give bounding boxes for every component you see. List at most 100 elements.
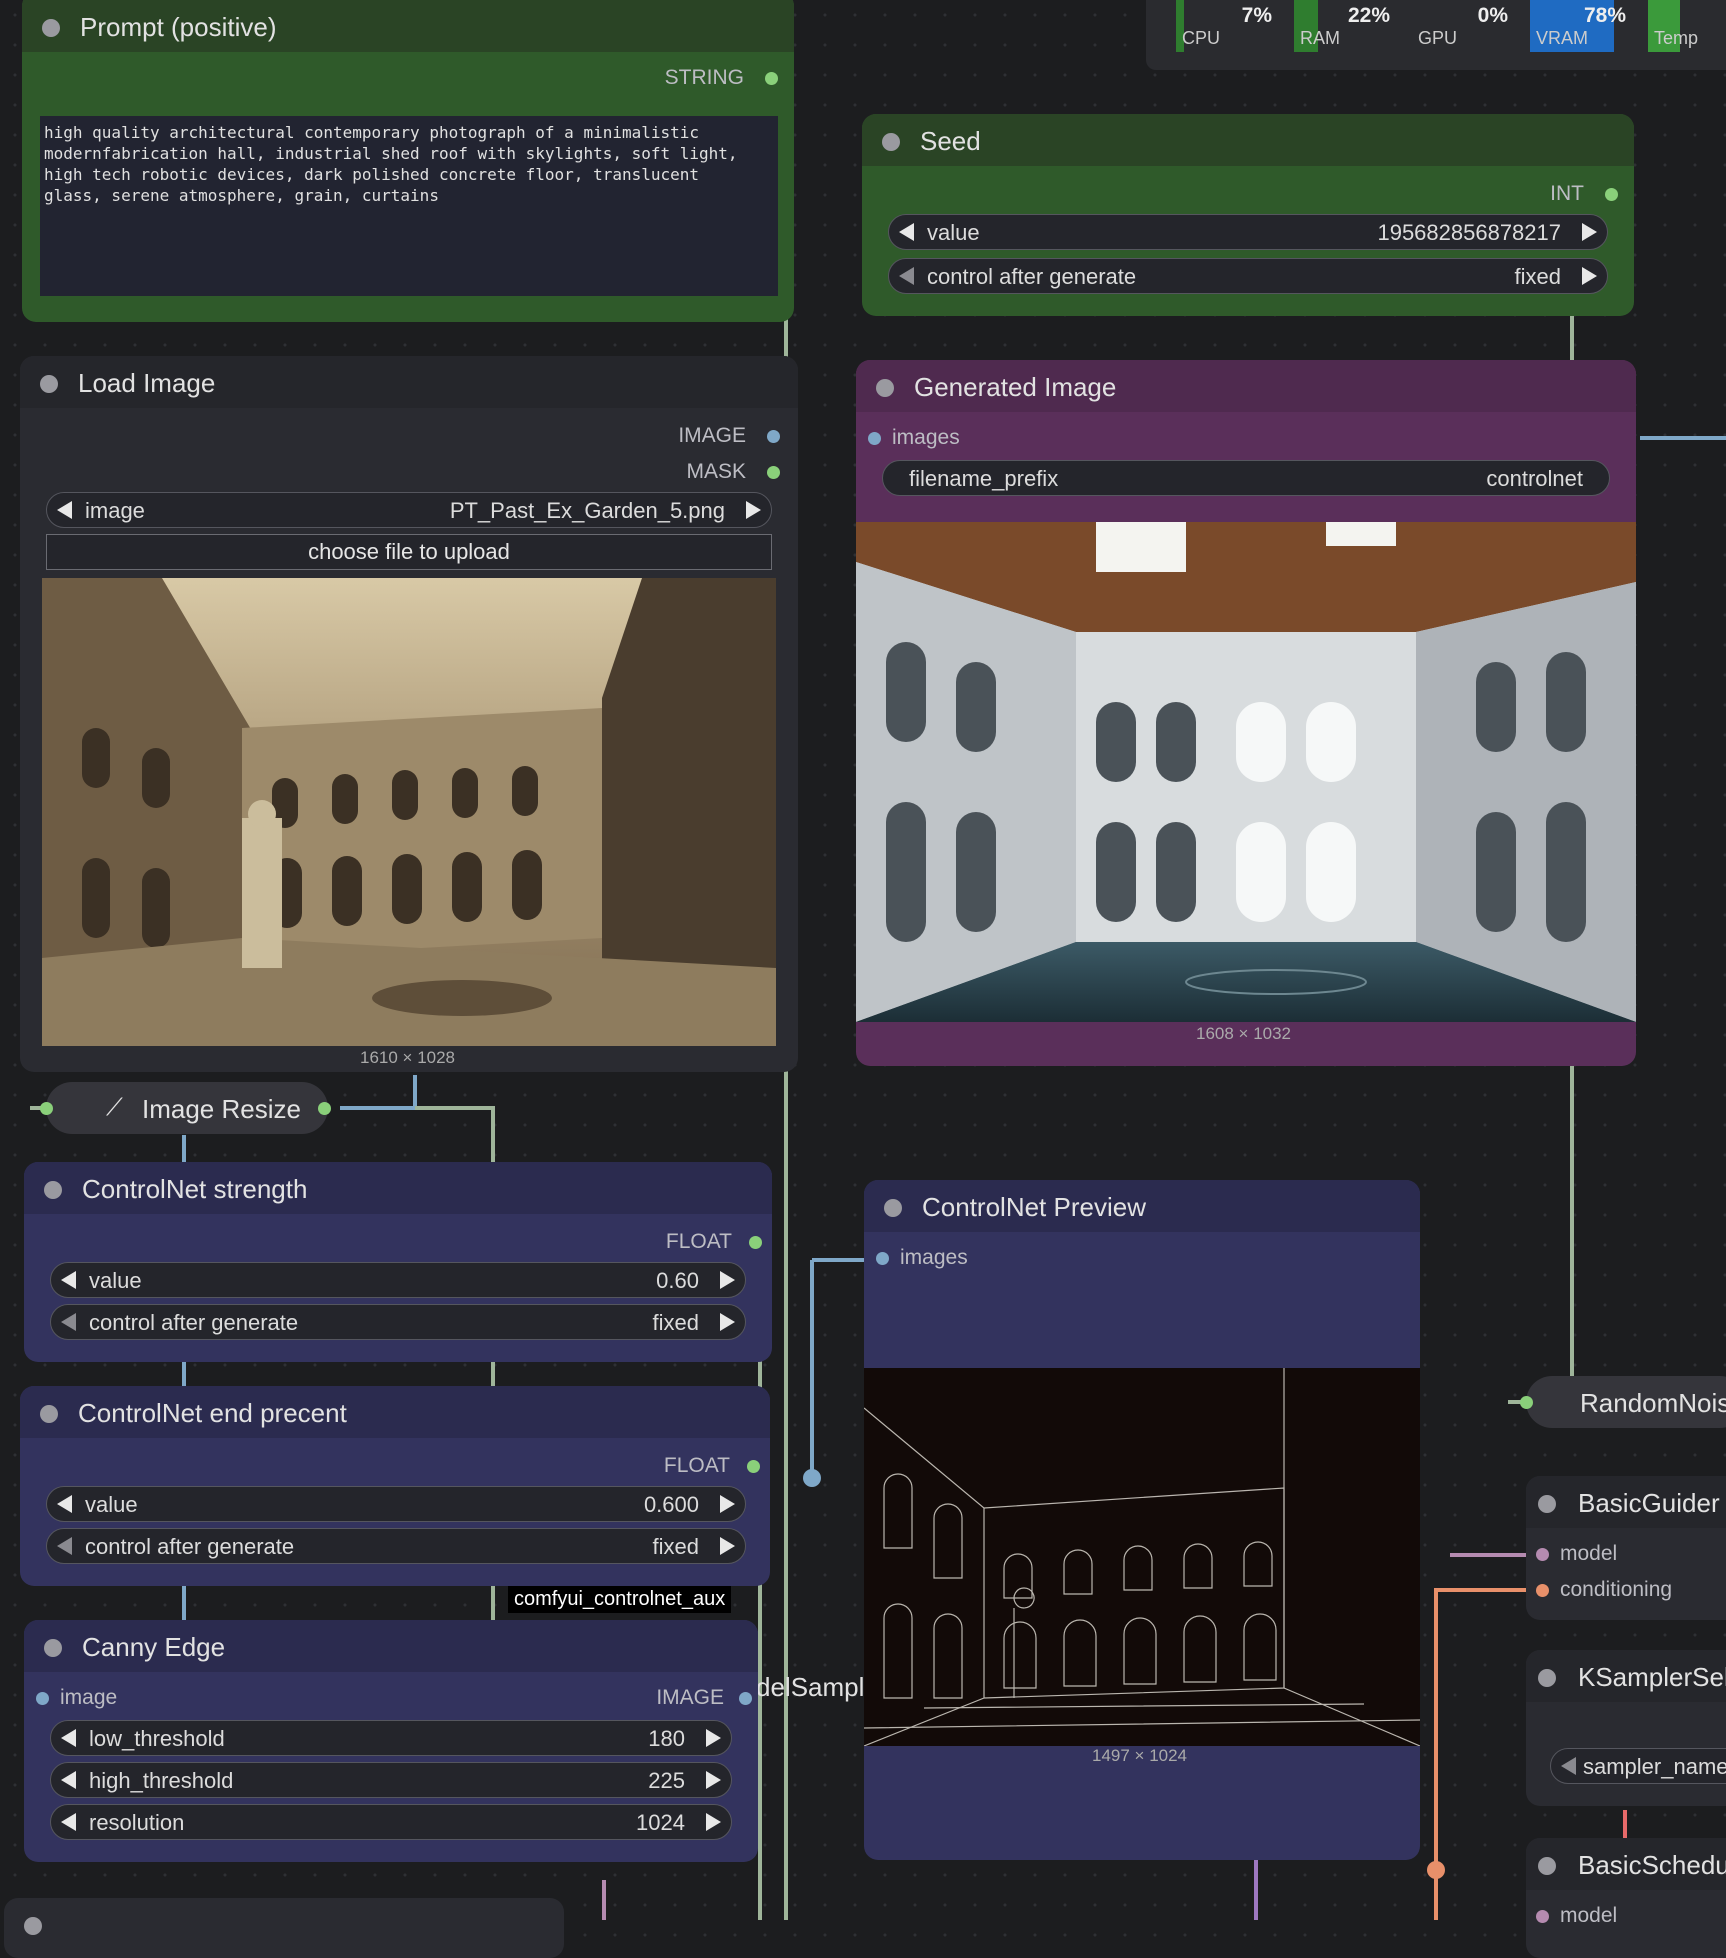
decrement-arrow-icon[interactable] xyxy=(57,1495,72,1513)
seed-value-widget[interactable]: value 195682856878217 xyxy=(888,214,1608,250)
prev-arrow-icon[interactable] xyxy=(1561,1757,1576,1775)
collapse-dot-icon[interactable] xyxy=(1538,1669,1556,1687)
output-label-image: IMAGE xyxy=(678,424,746,447)
image-resize-node[interactable]: ⟋ Image Resize xyxy=(46,1082,328,1134)
next-arrow-icon[interactable] xyxy=(720,1313,735,1331)
input-port-icon[interactable] xyxy=(1520,1396,1533,1409)
node-title: ControlNet end precent xyxy=(78,1398,347,1428)
prompt-textarea[interactable]: high quality architectural contemporary … xyxy=(40,116,778,296)
prev-arrow-icon[interactable] xyxy=(57,1537,72,1555)
canny-edge-node[interactable]: Canny Edge image IMAGE low_threshold 180… xyxy=(24,1620,758,1862)
gpu-meter: 0% GPU xyxy=(1418,4,1508,48)
node-title: Seed xyxy=(920,126,981,156)
vram-meter: 78% VRAM xyxy=(1530,0,1638,52)
output-port-icon[interactable] xyxy=(749,1236,762,1249)
input-label: images xyxy=(892,426,960,449)
images-input-port-icon[interactable] xyxy=(876,1252,889,1265)
collapse-dot-icon[interactable] xyxy=(40,1405,58,1423)
mask-output-port-icon[interactable] xyxy=(767,466,780,479)
output-label: IMAGE xyxy=(656,1686,724,1709)
prev-arrow-icon[interactable] xyxy=(61,1313,76,1331)
output-label-mask: MASK xyxy=(686,460,746,483)
next-arrow-icon[interactable] xyxy=(1582,267,1597,285)
increment-arrow-icon[interactable] xyxy=(1582,223,1597,241)
collapse-dot-icon[interactable] xyxy=(44,1181,62,1199)
basic-scheduler-node[interactable]: BasicSchedu model xyxy=(1526,1838,1726,1958)
node-title: BasicGuider xyxy=(1578,1488,1720,1518)
node-title: BasicSchedu xyxy=(1578,1850,1726,1880)
resolution-widget[interactable]: resolution 1024 xyxy=(50,1804,732,1840)
node-title: Canny Edge xyxy=(82,1632,226,1662)
node-title: ControlNet Preview xyxy=(922,1192,1146,1222)
controlnet-preview-node[interactable]: ControlNet Preview images 1497 × 1024 xyxy=(864,1180,1420,1860)
image-input-port-icon[interactable] xyxy=(36,1692,49,1705)
images-input-port-icon[interactable] xyxy=(868,432,881,445)
controlnet-strength-node[interactable]: ControlNet strength FLOAT value 0.60 con… xyxy=(24,1162,772,1362)
node-title: Generated Image xyxy=(914,372,1117,402)
decrement-arrow-icon[interactable] xyxy=(61,1729,76,1747)
collapse-dot-icon[interactable] xyxy=(1538,1857,1556,1875)
model-input-port-icon[interactable] xyxy=(1536,1548,1549,1561)
generated-image-node[interactable]: Generated Image images filename_prefix c… xyxy=(856,360,1636,1066)
output-port-icon[interactable] xyxy=(1605,188,1618,201)
partial-bottom-node[interactable] xyxy=(4,1898,564,1958)
conditioning-input-port-icon[interactable] xyxy=(1536,1584,1549,1597)
model-input-port-icon[interactable] xyxy=(1536,1910,1549,1923)
load-image-node[interactable]: Load Image IMAGE MASK image PT_Past_Ex_G… xyxy=(20,356,798,1072)
random-noise-node[interactable]: RandomNois xyxy=(1526,1376,1726,1428)
collapse-dot-icon[interactable] xyxy=(876,379,894,397)
prev-arrow-icon[interactable] xyxy=(899,267,914,285)
increment-arrow-icon[interactable] xyxy=(706,1771,721,1789)
output-port-icon[interactable] xyxy=(765,72,778,85)
sampler-name-widget[interactable]: sampler_name xyxy=(1550,1748,1726,1784)
prompt-positive-node[interactable]: Prompt (positive) STRING high quality ar… xyxy=(22,0,794,322)
low-threshold-widget[interactable]: low_threshold 180 xyxy=(50,1720,732,1756)
collapse-dot-icon[interactable] xyxy=(1538,1495,1556,1513)
decrement-arrow-icon[interactable] xyxy=(61,1271,76,1289)
decrement-arrow-icon[interactable] xyxy=(899,223,914,241)
basic-guider-node[interactable]: BasicGuider model conditioning xyxy=(1526,1476,1726,1620)
image-output-port-icon[interactable] xyxy=(767,430,780,443)
generated-image-preview xyxy=(856,522,1636,1022)
wrench-icon: ⟋ xyxy=(106,1094,123,1121)
input-port-icon[interactable] xyxy=(40,1102,53,1115)
seed-node[interactable]: Seed INT value 195682856878217 control a… xyxy=(862,114,1634,316)
image-select-widget[interactable]: image PT_Past_Ex_Garden_5.png xyxy=(46,492,772,528)
next-arrow-icon[interactable] xyxy=(746,501,761,519)
image-size-caption: 1608 × 1032 xyxy=(1196,1024,1292,1043)
increment-arrow-icon[interactable] xyxy=(706,1813,721,1831)
output-port-icon[interactable] xyxy=(747,1460,760,1473)
increment-arrow-icon[interactable] xyxy=(720,1495,735,1513)
end-percent-value-widget[interactable]: value 0.600 xyxy=(46,1486,746,1522)
filename-prefix-widget[interactable]: filename_prefix controlnet xyxy=(882,460,1610,496)
image-size-caption: 1610 × 1028 xyxy=(360,1048,456,1067)
collapse-dot-icon[interactable] xyxy=(40,375,58,393)
ksampler-select-node[interactable]: KSamplerSel sampler_name xyxy=(1526,1650,1726,1806)
strength-control-widget[interactable]: control after generate fixed xyxy=(50,1304,746,1340)
increment-arrow-icon[interactable] xyxy=(706,1729,721,1747)
collapse-dot-icon[interactable] xyxy=(884,1199,902,1217)
controlnet-end-percent-node[interactable]: ControlNet end precent FLOAT value 0.600… xyxy=(20,1386,770,1586)
node-title: Image Resize xyxy=(142,1094,301,1124)
collapse-dot-icon[interactable] xyxy=(42,19,60,37)
node-title: ControlNet strength xyxy=(82,1174,308,1204)
seed-control-widget[interactable]: control after generate fixed xyxy=(888,258,1608,294)
high-threshold-widget[interactable]: high_threshold 225 xyxy=(50,1762,732,1798)
input-label-conditioning: conditioning xyxy=(1560,1578,1673,1601)
strength-value-widget[interactable]: value 0.60 xyxy=(50,1262,746,1298)
increment-arrow-icon[interactable] xyxy=(720,1271,735,1289)
upload-button[interactable]: choose file to upload xyxy=(46,534,772,570)
next-arrow-icon[interactable] xyxy=(720,1537,735,1555)
model-sampling-node-title-partial: delSampl xyxy=(756,1672,865,1702)
decrement-arrow-icon[interactable] xyxy=(61,1771,76,1789)
node-title: Prompt (positive) xyxy=(80,12,277,42)
input-label: images xyxy=(900,1246,968,1269)
image-output-port-icon[interactable] xyxy=(739,1692,752,1705)
resource-monitor: 7% CPU 22% RAM 0% GPU 78% VRAM Temp xyxy=(1146,0,1726,70)
output-port-icon[interactable] xyxy=(318,1102,331,1115)
collapse-dot-icon[interactable] xyxy=(882,133,900,151)
decrement-arrow-icon[interactable] xyxy=(61,1813,76,1831)
prev-arrow-icon[interactable] xyxy=(57,501,72,519)
end-percent-control-widget[interactable]: control after generate fixed xyxy=(46,1528,746,1564)
collapse-dot-icon[interactable] xyxy=(44,1639,62,1657)
